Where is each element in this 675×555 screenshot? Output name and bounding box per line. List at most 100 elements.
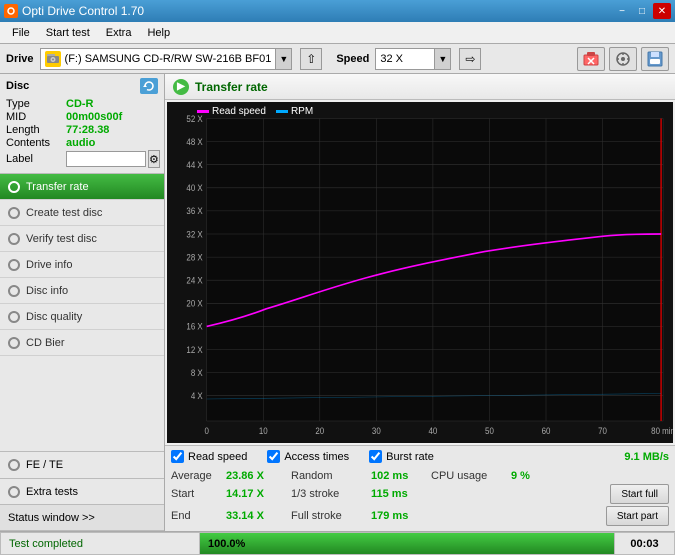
settings-button[interactable] bbox=[609, 47, 637, 71]
average-value: 23.86 X bbox=[226, 470, 281, 482]
nav-label-fe-te: FE / TE bbox=[26, 459, 63, 471]
speed-label: Speed bbox=[336, 53, 369, 65]
nav-icon-fe-te bbox=[8, 459, 20, 471]
checkbox-access-times[interactable]: Access times bbox=[267, 450, 349, 463]
svg-text:48 X: 48 X bbox=[186, 136, 203, 147]
cpu-usage-value: 9 % bbox=[511, 470, 551, 482]
nav-item-disc-quality[interactable]: Disc quality bbox=[0, 304, 164, 330]
title-bar: Opti Drive Control 1.70 − □ ✕ bbox=[0, 0, 675, 22]
checkbox-access-times-input[interactable] bbox=[267, 450, 280, 463]
speed-select[interactable]: 32 X bbox=[375, 48, 435, 70]
drive-bar: Drive (F:) SAMSUNG CD-R/RW SW-216B BF01 … bbox=[0, 44, 675, 74]
status-window-button[interactable]: Status window >> bbox=[0, 505, 164, 531]
svg-text:16 X: 16 X bbox=[186, 321, 203, 332]
svg-text:40 X: 40 X bbox=[186, 183, 203, 194]
stats-area: Average 23.86 X Random 102 ms CPU usage … bbox=[165, 467, 675, 531]
nav-label-verify-test-disc: Verify test disc bbox=[26, 233, 97, 245]
erase-button[interactable] bbox=[577, 47, 605, 71]
status-text: Test completed bbox=[0, 532, 200, 555]
legend-read-speed-color bbox=[197, 110, 209, 113]
full-stroke-label: Full stroke bbox=[291, 510, 361, 522]
disc-type-value: CD-R bbox=[66, 98, 94, 110]
checkbox-burst-rate-input[interactable] bbox=[369, 450, 382, 463]
nav-icon-verify-test-disc bbox=[8, 233, 20, 245]
start-value: 14.17 X bbox=[226, 488, 281, 500]
disc-mid-row: MID 00m00s00f bbox=[6, 111, 158, 123]
svg-text:44 X: 44 X bbox=[186, 160, 203, 171]
nav-label-disc-info: Disc info bbox=[26, 285, 68, 297]
nav-label-drive-info: Drive info bbox=[26, 259, 72, 271]
nav-label-disc-quality: Disc quality bbox=[26, 311, 82, 323]
nav-item-transfer-rate[interactable]: Transfer rate bbox=[0, 174, 164, 200]
title-buttons: − □ ✕ bbox=[613, 3, 671, 19]
menu-file[interactable]: File bbox=[4, 25, 38, 41]
disc-label-button[interactable]: ⚙ bbox=[148, 150, 160, 168]
content-area: ▶ Transfer rate Read speed RPM bbox=[165, 74, 675, 531]
menu-help[interactable]: Help bbox=[139, 25, 178, 41]
nav-items: Transfer rate Create test disc Verify te… bbox=[0, 174, 164, 356]
time-display: 00:03 bbox=[615, 532, 675, 555]
checkboxes-row: Read speed Access times Burst rate 9.1 M… bbox=[165, 445, 675, 467]
svg-text:4 X: 4 X bbox=[191, 391, 203, 402]
stats-row-3: End 33.14 X Full stroke 179 ms Start par… bbox=[171, 506, 669, 526]
checkbox-read-speed-input[interactable] bbox=[171, 450, 184, 463]
disc-length-row: Length 77:28.38 bbox=[6, 124, 158, 136]
menu-start-test[interactable]: Start test bbox=[38, 25, 98, 41]
maximize-button[interactable]: □ bbox=[633, 3, 651, 19]
disc-refresh-button[interactable] bbox=[140, 78, 158, 94]
menu-extra[interactable]: Extra bbox=[98, 25, 140, 41]
speed-apply-button[interactable]: ⇨ bbox=[459, 48, 481, 70]
disc-panel: Disc Type CD-R MID 00m00s00f Length 77:2… bbox=[0, 74, 164, 174]
disc-type-label: Type bbox=[6, 98, 66, 110]
drive-select[interactable]: (F:) SAMSUNG CD-R/RW SW-216B BF01 bbox=[40, 48, 277, 70]
disc-mid-value: 00m00s00f bbox=[66, 111, 122, 123]
checkbox-read-speed[interactable]: Read speed bbox=[171, 450, 247, 463]
svg-text:12 X: 12 X bbox=[186, 344, 203, 355]
nav-item-create-test-disc[interactable]: Create test disc bbox=[0, 200, 164, 226]
nav-item-drive-info[interactable]: Drive info bbox=[0, 252, 164, 278]
nav-item-verify-test-disc[interactable]: Verify test disc bbox=[0, 226, 164, 252]
content-header-title: Transfer rate bbox=[195, 80, 268, 94]
legend-rpm: RPM bbox=[276, 106, 313, 117]
speed-value: 32 X bbox=[380, 53, 403, 65]
start-part-button[interactable]: Start part bbox=[606, 506, 669, 526]
disc-contents-value: audio bbox=[66, 137, 95, 149]
drive-value: (F:) SAMSUNG CD-R/RW SW-216B BF01 bbox=[65, 53, 272, 65]
minimize-button[interactable]: − bbox=[613, 3, 631, 19]
nav-item-disc-info[interactable]: Disc info bbox=[0, 278, 164, 304]
start-label: Start bbox=[171, 488, 216, 500]
nav-icon-create-test-disc bbox=[8, 207, 20, 219]
end-label: End bbox=[171, 510, 216, 522]
sidebar: Disc Type CD-R MID 00m00s00f Length 77:2… bbox=[0, 74, 165, 531]
chart-container: Read speed RPM bbox=[167, 102, 673, 443]
nav-item-cd-bier[interactable]: CD Bier bbox=[0, 330, 164, 356]
progress-bar bbox=[200, 533, 614, 554]
disc-length-value: 77:28.38 bbox=[66, 124, 109, 136]
drive-dropdown-button[interactable]: ▼ bbox=[276, 48, 292, 70]
window-title: Opti Drive Control 1.70 bbox=[22, 4, 144, 18]
speed-dropdown-button[interactable]: ▼ bbox=[435, 48, 451, 70]
drive-label: Drive bbox=[6, 53, 34, 65]
disc-contents-label: Contents bbox=[6, 137, 66, 149]
drive-refresh-button[interactable]: ⇧ bbox=[300, 48, 322, 70]
svg-text:60: 60 bbox=[542, 426, 551, 437]
svg-text:32 X: 32 X bbox=[186, 229, 203, 240]
nav-icon-drive-info bbox=[8, 259, 20, 271]
nav-label-create-test-disc: Create test disc bbox=[26, 207, 102, 219]
nav-icon-disc-info bbox=[8, 285, 20, 297]
burst-rate-value: 9.1 MB/s bbox=[624, 451, 669, 463]
disc-label-input[interactable] bbox=[66, 151, 146, 167]
start-full-button[interactable]: Start full bbox=[610, 484, 669, 504]
legend-rpm-color bbox=[276, 110, 288, 113]
sidebar-bottom: FE / TE Extra tests Status window >> bbox=[0, 451, 164, 531]
save-button[interactable] bbox=[641, 47, 669, 71]
nav-item-fe-te[interactable]: FE / TE bbox=[0, 451, 164, 479]
disc-label-label: Label bbox=[6, 153, 66, 165]
close-button[interactable]: ✕ bbox=[653, 3, 671, 19]
nav-item-extra-tests[interactable]: Extra tests bbox=[0, 479, 164, 505]
disc-mid-label: MID bbox=[6, 111, 66, 123]
nav-icon-extra-tests bbox=[8, 486, 20, 498]
menu-bar: File Start test Extra Help bbox=[0, 22, 675, 44]
stats-row-2: Start 14.17 X 1/3 stroke 115 ms Start fu… bbox=[171, 484, 669, 504]
checkbox-burst-rate[interactable]: Burst rate bbox=[369, 450, 434, 463]
